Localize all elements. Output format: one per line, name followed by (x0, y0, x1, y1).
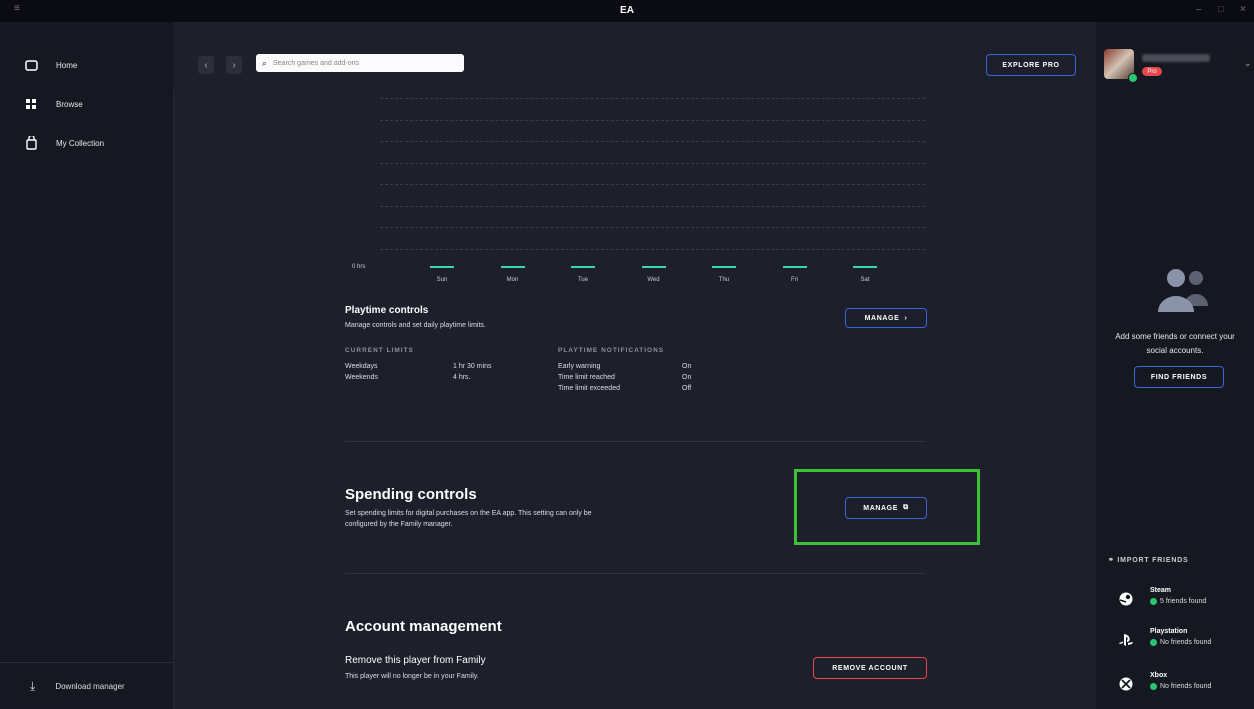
find-friends-label: FIND FRIENDS (1150, 373, 1208, 381)
import-xbox[interactable]: Xbox No friends found (1118, 672, 1254, 700)
playtime-controls-title: Playtime controls (345, 305, 429, 316)
grid-line (380, 184, 925, 185)
x-tick-label: Thu (718, 277, 730, 283)
remove-player-desc: This player will no longer be in your Fa… (345, 673, 479, 680)
spending-controls-desc: configured by the Family manager. (345, 521, 453, 528)
import-name: Xbox (1150, 672, 1168, 679)
sidebar: Home Browse My Collection ⤓ Download man… (0, 22, 174, 709)
chart-bar (571, 266, 595, 268)
find-friends-button[interactable]: FIND FRIENDS (1134, 366, 1224, 388)
remove-account-button[interactable]: REMOVE ACCOUNT (813, 657, 927, 679)
playtime-manage-button[interactable]: MANAGE › (845, 308, 927, 328)
download-manager[interactable]: ⤓ Download manager (0, 662, 173, 709)
limit-label: Weekends (345, 374, 378, 381)
import-friends-heading: ⚭ IMPORT FRIENDS (1108, 557, 1189, 564)
forward-button[interactable]: › (226, 56, 242, 74)
grid-line (380, 163, 925, 164)
import-name: Playstation (1150, 628, 1188, 635)
grid-line (380, 206, 925, 207)
back-button[interactable]: ‹ (198, 56, 214, 74)
collection-icon (24, 136, 38, 150)
x-tick-label: Mon (506, 277, 519, 283)
sidebar-item-label: Home (56, 60, 78, 70)
notification-label: Time limit exceeded (558, 385, 620, 392)
minimize-icon[interactable]: – (1196, 4, 1202, 15)
playstation-icon (1118, 632, 1134, 648)
close-icon[interactable]: × (1240, 4, 1246, 15)
import-status: No friends found (1150, 683, 1211, 690)
section-divider (345, 573, 926, 574)
sidebar-item-label: My Collection (56, 138, 105, 148)
search-input[interactable]: ⌕ Search games and add-ons (256, 54, 464, 72)
chart-bar (853, 266, 877, 268)
sidebar-item-home[interactable]: Home (24, 56, 77, 74)
friends-placeholder-icon (1158, 269, 1208, 312)
friends-empty-line2: social accounts. (1146, 346, 1204, 355)
download-icon: ⤓ (30, 678, 36, 693)
x-tick-label: Sat (860, 277, 870, 283)
limit-value: 4 hrs. (453, 374, 471, 381)
notification-value: Off (682, 385, 692, 392)
notification-label: Time limit reached (558, 374, 615, 381)
external-link-icon: ⧉ (903, 504, 909, 511)
explore-pro-label: EXPLORE PRO (1002, 61, 1060, 69)
playtime-controls-desc: Manage controls and set daily playtime l… (345, 322, 486, 329)
x-tick-label: Tue (577, 277, 589, 283)
search-icon: ⌕ (262, 57, 268, 68)
browse-icon (24, 97, 38, 111)
limit-value: 1 hr 30 mins (453, 363, 492, 370)
grid-line (380, 120, 925, 121)
link-icon: ⚭ (1108, 557, 1115, 564)
sidebar-item-my-collection[interactable]: My Collection (24, 134, 104, 152)
friends-empty-line1: Add some friends or connect your (1115, 332, 1235, 341)
username-redacted (1142, 54, 1210, 62)
chart-bar (712, 266, 736, 268)
spending-manage-button[interactable]: MANAGE ⧉ (845, 497, 927, 519)
chart-bar (641, 266, 666, 268)
import-status: No friends found (1150, 639, 1211, 646)
download-manager-label: Download manager (55, 681, 125, 691)
grid-line (380, 141, 925, 142)
chart-bar (500, 266, 525, 268)
import-status: 5 friends found (1150, 598, 1206, 605)
grid-line (380, 249, 925, 250)
chevron-down-icon[interactable]: ⌄ (1244, 58, 1252, 69)
spending-controls-desc: Set spending limits for digital purchase… (345, 510, 592, 517)
steam-icon (1118, 591, 1134, 607)
x-tick-label: Fri (791, 277, 798, 283)
notification-label: Early warning (558, 363, 601, 370)
sidebar-item-label: Browse (56, 99, 83, 109)
notification-value: On (682, 363, 692, 370)
chart-bar (430, 266, 454, 268)
limit-label: Weekdays (345, 363, 378, 370)
x-tick-label: Sun (436, 277, 448, 283)
grid-line (380, 98, 925, 99)
notification-value: On (682, 374, 692, 381)
section-divider (345, 441, 926, 442)
import-playstation[interactable]: Playstation No friends found (1118, 628, 1254, 656)
chevron-right-icon: › (904, 314, 908, 322)
explore-pro-button[interactable]: EXPLORE PRO (986, 54, 1076, 76)
grid-line (380, 227, 925, 228)
pro-badge: Pro (1142, 67, 1162, 76)
import-name: Steam (1150, 587, 1172, 594)
account-management-title: Account management (345, 618, 502, 635)
home-icon (24, 58, 38, 72)
current-limits-caption: CURRENT LIMITS (345, 347, 414, 354)
import-steam[interactable]: Steam 5 friends found (1118, 587, 1254, 615)
remove-player-title: Remove this player from Family (345, 655, 486, 666)
maximize-icon[interactable]: □ (1218, 4, 1224, 15)
spending-controls-title: Spending controls (345, 486, 477, 503)
search-placeholder: Search games and add-ons (273, 59, 360, 67)
chart-bar (782, 266, 807, 268)
title-bar: ≡ EA – □ × (0, 0, 1254, 22)
online-status-dot (1128, 73, 1138, 83)
xbox-icon (1118, 676, 1134, 692)
y-axis-zero-label: 0 hrs (352, 264, 366, 270)
window-title: EA (620, 5, 634, 16)
x-tick-label: Wed (647, 277, 660, 283)
notifications-caption: PLAYTIME NOTIFICATIONS (558, 347, 665, 354)
sidebar-item-browse[interactable]: Browse (24, 95, 83, 113)
